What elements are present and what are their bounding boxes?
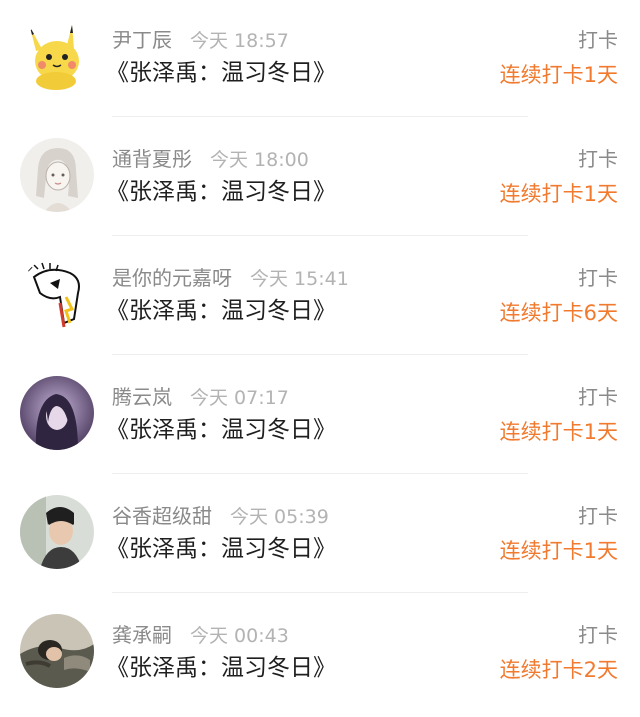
avatar[interactable] [20,614,94,688]
feed-item[interactable]: 腾云岚 今天 07:17 《张泽禹：温习冬日》 打卡 连续打卡1天 [0,357,640,476]
username[interactable]: 尹丁辰 [112,28,172,52]
username[interactable]: 谷香超级甜 [112,504,212,528]
row-divider [112,592,528,593]
row-divider [112,473,528,474]
row-divider [112,235,528,236]
meta-line: 谷香超级甜 今天 05:39 [112,504,329,529]
cartoon-bird-avatar-icon [20,257,94,331]
avatar[interactable] [20,257,94,331]
item-title[interactable]: 《张泽禹：温习冬日》 [106,415,336,445]
meta-line: 是你的元嘉呀 今天 15:41 [112,266,349,291]
feed-item[interactable]: 龚承嗣 今天 00:43 《张泽禹：温习冬日》 打卡 连续打卡2天 [0,595,640,714]
checkin-label: 打卡 [578,504,618,528]
avatar[interactable] [20,19,94,93]
checkin-label: 打卡 [578,385,618,409]
timestamp: 今天 18:57 [190,30,289,52]
item-title[interactable]: 《张泽禹：温习冬日》 [106,296,336,326]
lying-person-avatar-icon [20,614,94,688]
meta-line: 龚承嗣 今天 00:43 [112,623,289,648]
meta-line: 尹丁辰 今天 18:57 [112,28,289,53]
streak-label: 连续打卡1天 [499,63,618,87]
checkin-label: 打卡 [578,28,618,52]
feed-item[interactable]: 通背夏彤 今天 18:00 《张泽禹：温习冬日》 打卡 连续打卡1天 [0,119,640,238]
streak-label: 连续打卡6天 [499,301,618,325]
feed-item[interactable]: 谷香超级甜 今天 05:39 《张泽禹：温习冬日》 打卡 连续打卡1天 [0,476,640,595]
row-divider [112,116,528,117]
pikachu-avatar-icon [20,19,94,93]
item-title[interactable]: 《张泽禹：温习冬日》 [106,177,336,207]
purple-photo-avatar-icon [20,376,94,450]
item-title[interactable]: 《张泽禹：温习冬日》 [106,534,336,564]
username[interactable]: 腾云岚 [112,385,172,409]
streak-label: 连续打卡1天 [499,420,618,444]
streak-label: 连续打卡1天 [499,182,618,206]
timestamp: 今天 18:00 [210,149,309,171]
timestamp: 今天 07:17 [190,387,289,409]
checkin-label: 打卡 [578,266,618,290]
meta-line: 腾云岚 今天 07:17 [112,385,289,410]
timestamp: 今天 05:39 [230,506,329,528]
feed-item[interactable]: 尹丁辰 今天 18:57 《张泽禹：温习冬日》 打卡 连续打卡1天 [0,0,640,119]
username[interactable]: 是你的元嘉呀 [112,266,232,290]
timestamp: 今天 00:43 [190,625,289,647]
row-divider [112,354,528,355]
item-title[interactable]: 《张泽禹：温习冬日》 [106,653,336,683]
meta-line: 通背夏彤 今天 18:00 [112,147,309,172]
checkin-label: 打卡 [578,623,618,647]
timestamp: 今天 15:41 [250,268,349,290]
username[interactable]: 龚承嗣 [112,623,172,647]
avatar[interactable] [20,376,94,450]
feed-item[interactable]: 是你的元嘉呀 今天 15:41 《张泽禹：温习冬日》 打卡 连续打卡6天 [0,238,640,357]
streak-label: 连续打卡2天 [499,658,618,682]
item-title[interactable]: 《张泽禹：温习冬日》 [106,58,336,88]
streak-label: 连续打卡1天 [499,539,618,563]
avatar[interactable] [20,495,94,569]
username[interactable]: 通背夏彤 [112,147,192,171]
boy-photo-avatar-icon [20,495,94,569]
sketch-girl-avatar-icon [20,138,94,212]
checkin-feed: 尹丁辰 今天 18:57 《张泽禹：温习冬日》 打卡 连续打卡1天 通背夏彤 今天 … [0,0,640,717]
checkin-label: 打卡 [578,147,618,171]
avatar[interactable] [20,138,94,212]
